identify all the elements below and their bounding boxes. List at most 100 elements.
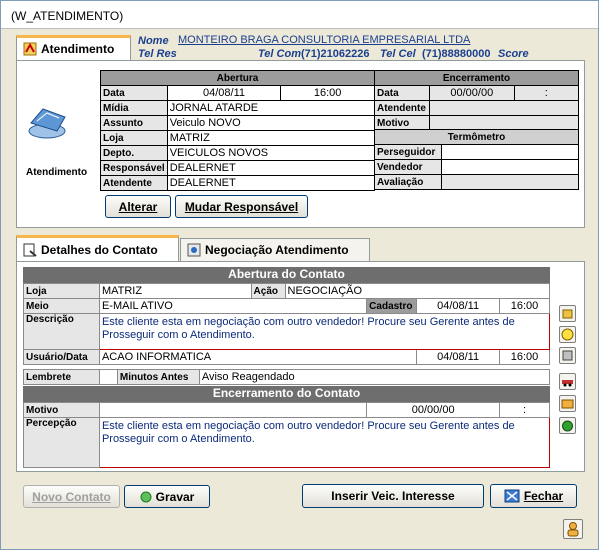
close-icon xyxy=(504,489,520,503)
mouse-icon xyxy=(28,108,66,139)
loja-label: Loja xyxy=(100,130,168,146)
cadastro-hora: 16:00 xyxy=(499,298,550,314)
perseguidor-field[interactable] xyxy=(440,144,580,160)
loja-field[interactable]: MATRIZ xyxy=(166,130,376,146)
vendedor-label: Vendedor xyxy=(374,159,442,175)
telcom-label: Tel Com xyxy=(258,48,301,60)
depto-label: Depto. xyxy=(100,145,168,161)
cadastro-data: 04/08/11 xyxy=(416,298,501,314)
copy-icon[interactable] xyxy=(559,305,576,322)
score-label: Score xyxy=(498,48,529,60)
minutos-label: Minutos Antes xyxy=(116,369,200,385)
meio-label: Meio xyxy=(23,298,100,314)
lembrete-checkbox[interactable] xyxy=(98,369,118,385)
tab-atendimento-label: Atendimento xyxy=(41,42,115,56)
nome-link[interactable]: MONTEIRO BRAGA CONSULTORIA EMPRESARIAL L… xyxy=(178,34,470,46)
novo-contato-button[interactable]: Novo Contato xyxy=(23,485,120,508)
assunto-field[interactable]: Veiculo NOVO xyxy=(166,115,376,131)
window-title: (W_ATENDIMENTO) xyxy=(11,9,124,23)
atendimento-tab-icon xyxy=(23,42,37,56)
telres-label: Tel Res xyxy=(138,48,177,60)
telcel-value: (71)88880000 xyxy=(422,48,491,60)
vendedor-field[interactable] xyxy=(440,159,580,175)
termometro-table: Termômetro Perseguidor Vendedor Avaliaçã… xyxy=(374,129,580,190)
telcel-label: Tel Cel xyxy=(380,48,416,60)
inserir-veic-button[interactable]: Inserir Veic. Interesse xyxy=(302,484,484,508)
usuario-data: 04/08/11 xyxy=(416,349,501,365)
tab-atendimento[interactable]: Atendimento xyxy=(16,35,131,60)
midia-label: Mídia xyxy=(100,100,168,116)
fechar-label: Fechar xyxy=(523,489,564,503)
acao-label: Ação xyxy=(250,283,286,299)
title-bar: (W_ATENDIMENTO) xyxy=(1,1,598,29)
responsavel-label: Responsável xyxy=(100,160,168,176)
encerramento-table: Encerramento Data 00/00/00: Atendente Mot… xyxy=(374,70,580,131)
novo-contato-label: Novo Contato xyxy=(32,489,111,504)
descricao-field[interactable]: Este cliente esta em negociação com outr… xyxy=(98,313,551,350)
enc-hora-field[interactable]: : xyxy=(513,85,580,101)
smiley-icon[interactable] xyxy=(559,326,576,343)
contato-loja-field[interactable]: MATRIZ xyxy=(98,283,252,299)
enc-data-field[interactable]: 00/00/00 xyxy=(428,85,515,101)
data-label: Data xyxy=(100,85,168,101)
contato-form: Abertura do Contato Loja MATRIZ Ação NEG… xyxy=(23,267,551,468)
alterar-label: Alterar xyxy=(118,199,158,214)
mudar-responsavel-button[interactable]: Mudar Responsável xyxy=(175,195,308,218)
usuario-hora: 16:00 xyxy=(499,349,550,365)
motivo-hora[interactable]: : xyxy=(499,402,550,418)
gravar-button[interactable]: Gravar xyxy=(124,485,210,508)
hora-field[interactable]: 16:00 xyxy=(280,85,375,101)
gravar-icon xyxy=(140,491,152,502)
termometro-header: Termômetro xyxy=(374,129,579,145)
mudar-label: Mudar Responsável xyxy=(184,199,299,214)
atendimento-icon-label: Atendimento xyxy=(26,167,88,178)
encerramento-contato-table: Motivo 00/00/00 : Percepção Este cliente… xyxy=(23,402,551,468)
avaliacao-field[interactable] xyxy=(440,174,580,190)
tab-detalhes[interactable]: Detalhes do Contato xyxy=(16,235,179,261)
agenda-icon[interactable] xyxy=(559,347,576,364)
percepcao-field[interactable]: Este cliente esta em negociação com outr… xyxy=(98,417,551,468)
gravar-label: Gravar xyxy=(155,489,195,504)
enc-atendente-field[interactable] xyxy=(428,100,580,116)
descricao-label: Descrição xyxy=(23,313,100,350)
car-icon[interactable] xyxy=(559,373,576,390)
nome-label: Nome xyxy=(138,35,169,47)
fechar-button[interactable]: Fechar xyxy=(490,484,577,508)
data-field[interactable]: 04/08/11 xyxy=(166,85,282,101)
midia-field[interactable]: JORNAL ATARDE xyxy=(166,100,376,116)
atendente-label: Atendente xyxy=(100,175,168,191)
motivo-field[interactable] xyxy=(98,402,368,418)
telcom-value: (71)21062226 xyxy=(301,48,370,60)
avaliacao-label: Avaliação xyxy=(374,174,442,190)
abertura-header: Abertura xyxy=(100,70,375,86)
assunto-label: Assunto xyxy=(100,115,168,131)
lembrete-label: Lembrete xyxy=(23,369,100,385)
detalhes-tab-icon xyxy=(23,243,37,257)
encerramento-contato-header: Encerramento do Contato xyxy=(23,386,550,402)
acao-field[interactable]: NEGOCIAÇÃO xyxy=(284,283,550,299)
meio-field[interactable]: E-MAIL ATIVO xyxy=(98,298,368,314)
tab-detalhes-label: Detalhes do Contato xyxy=(41,242,158,257)
minutos-field[interactable]: Aviso Reagendado xyxy=(198,369,551,385)
contato-loja-label: Loja xyxy=(23,283,100,299)
atendente-field[interactable]: DEALERNET xyxy=(166,175,376,191)
contato-table-top: Loja MATRIZ Ação NEGOCIAÇÃO Meio E-MAIL … xyxy=(23,283,551,365)
abertura-contato-header: Abertura do Contato xyxy=(23,267,550,283)
tab-negociacao[interactable]: Negociação Atendimento xyxy=(180,238,370,261)
motivo-data[interactable]: 00/00/00 xyxy=(366,402,501,418)
tab-negociacao-label: Negociação Atendimento xyxy=(205,243,349,257)
phone-icon[interactable] xyxy=(559,417,576,434)
motivo-label: Motivo xyxy=(23,402,100,418)
percepcao-label: Percepção xyxy=(23,417,100,468)
folder-icon[interactable] xyxy=(559,395,576,412)
alterar-button[interactable]: Alterar xyxy=(105,195,171,218)
inserir-veic-label: Inserir Veic. Interesse xyxy=(331,489,455,503)
depto-field[interactable]: VEICULOS NOVOS xyxy=(166,145,376,161)
user-icon[interactable] xyxy=(563,519,583,539)
lembrete-table: Lembrete Minutos Antes Aviso Reagendado xyxy=(23,369,551,385)
cadastro-label: Cadastro xyxy=(366,298,418,314)
responsavel-field[interactable]: DEALERNET xyxy=(166,160,376,176)
perseguidor-label: Perseguidor xyxy=(374,144,442,160)
atendimento-window: (W_ATENDIMENTO) Atendimento Nome MONTEIR… xyxy=(0,0,599,550)
usuario-label: Usuário/Data xyxy=(23,349,100,365)
